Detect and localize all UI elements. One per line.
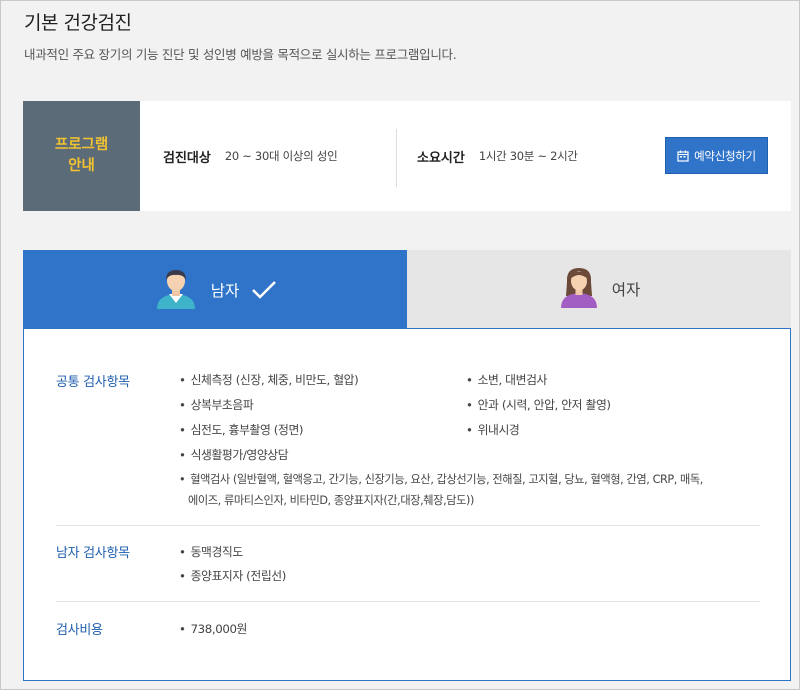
program-guide-line1: 프로그램 <box>54 137 109 153</box>
program-info-bar: 프로그램 안내 검진대상 20 ~ 30대 이상의 성인 소요시간 1시간 30… <box>23 101 791 211</box>
duration-label: 소요시간 <box>417 150 465 166</box>
target-label: 검진대상 <box>163 150 211 166</box>
male-avatar-icon <box>153 267 199 313</box>
target-info: 검진대상 20 ~ 30대 이상의 성인 <box>163 101 338 211</box>
target-value: 20 ~ 30대 이상의 성인 <box>224 149 338 163</box>
list-item: 식생활평가/영양상담 <box>179 446 289 463</box>
female-avatar-icon <box>558 266 600 312</box>
blood-test-item-continued: 에이즈, 류마티스인자, 비타민D, 종양표지자(간,대장,췌장,담도)) <box>188 494 474 507</box>
exam-items-panel: 공통 검사항목 신체측정 (신장, 체중, 비만도, 혈압) 상복부초음파 심전… <box>23 329 791 681</box>
common-items-label: 공통 검사항목 <box>56 375 130 390</box>
info-divider <box>396 129 397 187</box>
tab-male[interactable]: 남자 <box>23 250 407 329</box>
reserve-button[interactable]: 예약신청하기 <box>665 137 768 174</box>
tab-female[interactable]: 여자 <box>407 250 791 329</box>
page-title: 기본 건강검진 <box>24 12 132 34</box>
reserve-button-label: 예약신청하기 <box>694 148 756 163</box>
program-guide-line2: 안내 <box>68 158 95 174</box>
section-divider <box>56 601 760 602</box>
male-items-label: 남자 검사항목 <box>56 546 130 561</box>
duration-value: 1시간 30분 ~ 2시간 <box>478 149 578 163</box>
tab-female-label: 여자 <box>611 281 641 299</box>
page-description: 내과적인 주요 장기의 기능 진단 및 성인병 예방을 목적으로 실시하는 프로… <box>24 47 457 62</box>
checkmark-icon <box>251 280 277 300</box>
cost-value: 738,000원 <box>179 620 248 637</box>
calendar-icon <box>677 150 689 162</box>
list-item: 신체측정 (신장, 체중, 비만도, 혈압) <box>179 371 359 388</box>
blood-test-item: 혈액검사 (일반혈액, 혈액응고, 간기능, 신장기능, 요산, 갑상선기능, … <box>179 471 703 487</box>
program-guide-box: 프로그램 안내 <box>23 101 140 211</box>
list-item: 심전도, 흉부촬영 (정면) <box>179 421 304 438</box>
list-item: 위내시경 <box>466 421 520 438</box>
section-divider <box>56 525 760 526</box>
list-item: 상복부초음파 <box>179 396 254 413</box>
list-item: 동맥경직도 <box>179 543 244 560</box>
list-item: 소변, 대변검사 <box>466 371 548 388</box>
list-item: 안과 (시력, 안압, 안저 촬영) <box>466 396 611 413</box>
tab-male-label: 남자 <box>210 281 240 300</box>
duration-info: 소요시간 1시간 30분 ~ 2시간 <box>417 101 578 211</box>
list-item: 종양표지자 (전립선) <box>179 567 287 584</box>
cost-label: 검사비용 <box>56 623 103 638</box>
